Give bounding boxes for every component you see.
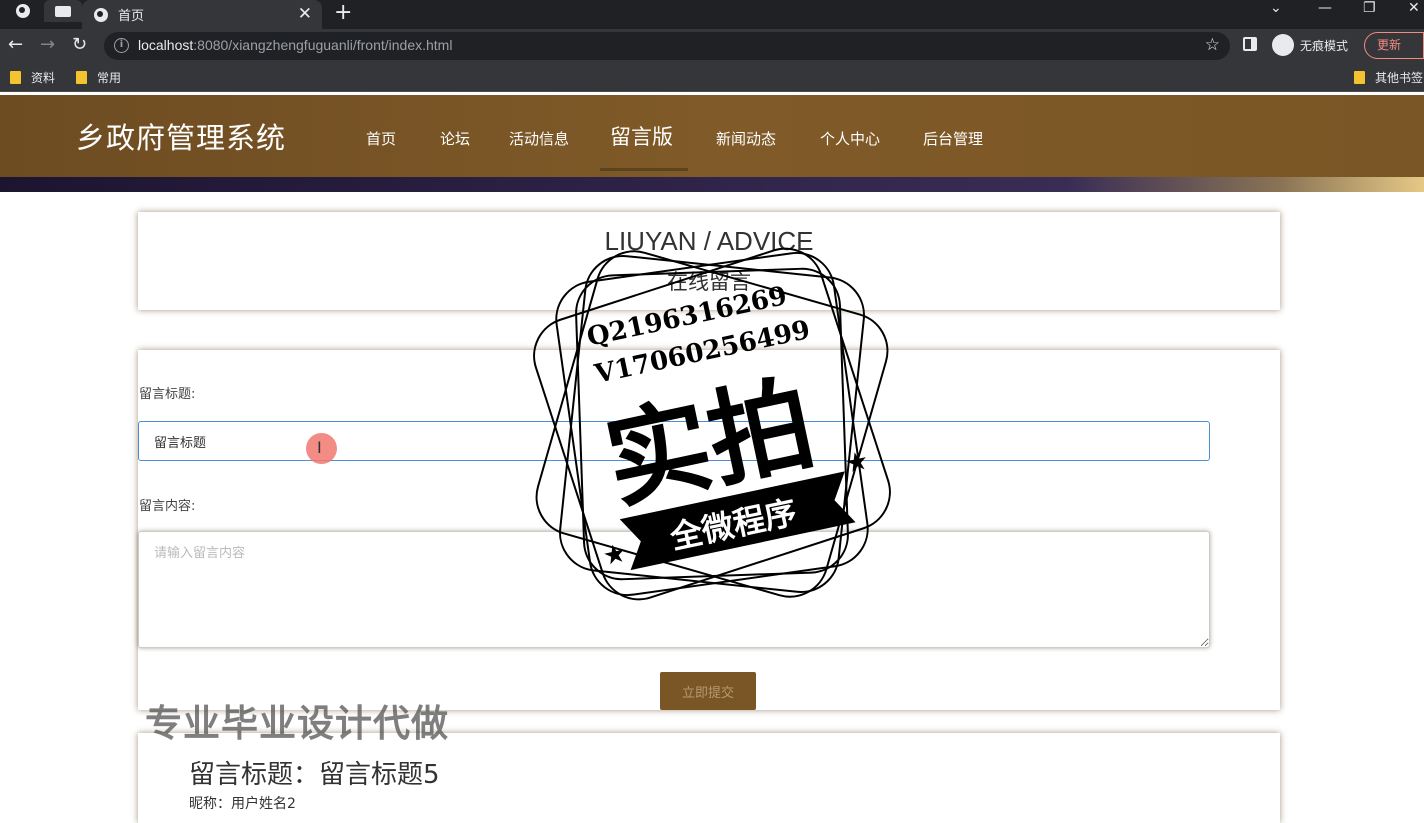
site-header: 乡政府管理系统 首页 论坛 活动信息 留言版 新闻动态 个人中心 后台管理 (0, 95, 1424, 177)
globe-icon (16, 4, 30, 18)
close-icon[interactable]: ✕ (298, 4, 312, 24)
bookmarks-bar: 资料 常用 其他书签 (0, 62, 1424, 92)
bookmark-folder[interactable]: 常用 (76, 69, 121, 86)
title-label: 留言标题: (139, 387, 196, 402)
page-icon (55, 5, 71, 17)
back-arrow-icon[interactable]: ← (8, 34, 23, 55)
nav-admin[interactable]: 后台管理 (923, 128, 983, 149)
incognito-label: 无痕模式 (1300, 39, 1349, 53)
nav-home[interactable]: 首页 (366, 128, 396, 149)
site-logo: 乡政府管理系统 (76, 121, 287, 155)
tab-title: 首页 (118, 8, 145, 23)
message-content-textarea[interactable] (138, 531, 1210, 648)
info-icon[interactable]: i (114, 38, 129, 53)
close-window-button[interactable]: ✕ (1408, 0, 1420, 16)
update-button[interactable]: 更新 (1364, 32, 1424, 59)
tab-search-icon[interactable]: ⌄ (1270, 0, 1282, 16)
side-panel-icon[interactable] (1243, 37, 1257, 51)
minimize-button[interactable]: — (1318, 0, 1332, 16)
nav-message-board[interactable]: 留言版 (610, 121, 673, 151)
url-text[interactable]: localhost:8080/xiangzhengfuguanli/front/… (138, 37, 452, 53)
content-label: 留言内容: (139, 499, 196, 514)
nav-activities[interactable]: 活动信息 (509, 128, 569, 149)
tab-home[interactable]: 首页 ✕ (82, 0, 322, 29)
pinned-tab[interactable] (44, 0, 82, 22)
page-title: LIUYAN / ADVICE (604, 226, 814, 256)
address-bar[interactable]: i localhost:8080/xiangzhengfuguanli/fron… (104, 32, 1230, 60)
text-cursor-icon: I (317, 438, 322, 457)
nav-news[interactable]: 新闻动态 (716, 128, 776, 149)
bookmark-folder[interactable]: 资料 (10, 69, 55, 86)
browser-tab-bar: 首页 ✕ + ⌄ — ❐ ✕ (0, 0, 1424, 29)
pinned-tab[interactable] (4, 0, 42, 22)
folder-icon (10, 71, 21, 84)
page-title-card: LIUYAN / ADVICE 在线留言 (138, 212, 1280, 310)
globe-icon (94, 7, 108, 22)
banner-strip (0, 177, 1424, 192)
reload-icon[interactable]: ↻ (72, 34, 87, 55)
message-item-title[interactable]: 留言标题：留言标题5 (189, 754, 440, 791)
folder-icon (76, 71, 87, 84)
other-bookmarks[interactable]: 其他书签 (1354, 69, 1423, 86)
message-form-card (138, 350, 1280, 710)
submit-button[interactable]: 立即提交 (660, 672, 756, 710)
message-title-input[interactable] (138, 421, 1210, 461)
watermark-ad-text: 专业毕业设计代做 (145, 702, 449, 745)
forward-arrow-icon[interactable]: → (40, 34, 55, 55)
nav-profile[interactable]: 个人中心 (820, 128, 880, 149)
incognito-icon[interactable] (1272, 34, 1294, 56)
folder-icon (1354, 71, 1365, 84)
page-subtitle: 在线留言 (667, 270, 751, 294)
new-tab-button[interactable]: + (334, 0, 352, 25)
active-nav-indicator (600, 168, 688, 171)
bookmark-star-icon[interactable]: ☆ (1205, 35, 1220, 55)
nav-forum[interactable]: 论坛 (440, 128, 470, 149)
message-item-author: 昵称：用户姓名2 (189, 796, 296, 812)
browser-toolbar: ← → ↻ i localhost:8080/xiangzhengfuguanl… (0, 29, 1424, 62)
restore-button[interactable]: ❐ (1363, 0, 1376, 16)
